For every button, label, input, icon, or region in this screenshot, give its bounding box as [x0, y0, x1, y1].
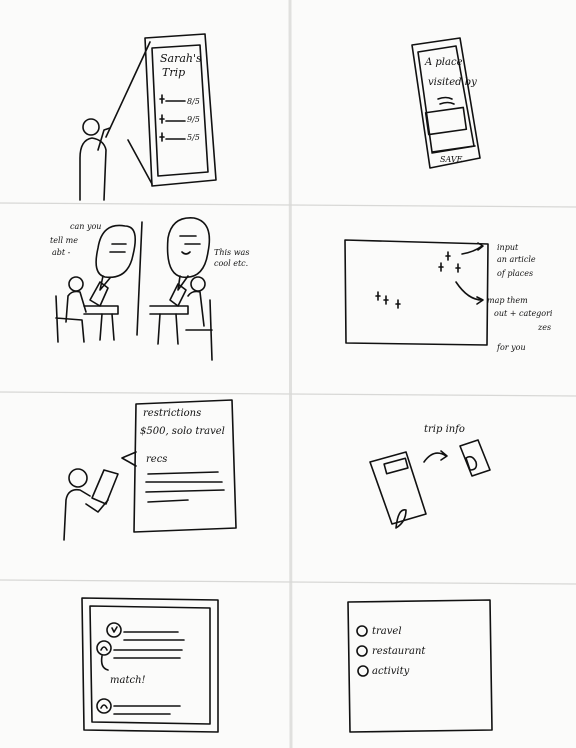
date-label: 8/5 — [187, 97, 200, 106]
phone-outline — [369, 451, 427, 525]
category-icon — [356, 645, 368, 657]
sketch-sheet: Sarah's Trip 8/5 9/5 5/5 A place visited… — [0, 0, 576, 748]
note-text: for you — [496, 343, 526, 352]
place-heading-2: visited by — [428, 77, 477, 88]
panel-7-sketch: match! — [81, 597, 219, 733]
avatar — [96, 640, 112, 656]
map-frame — [344, 239, 489, 346]
trip-title: Sarah's — [160, 52, 202, 65]
panel-3-sketch: can you tell me abt - This was cool etc. — [50, 217, 249, 361]
date-label: 9/5 — [187, 115, 200, 124]
laptop — [89, 281, 109, 307]
avatar — [96, 698, 112, 714]
card-pointer — [121, 451, 137, 467]
panel-5-sketch: restrictions $500, solo travel recs — [63, 399, 237, 541]
category-item: travel — [372, 626, 402, 637]
person-head — [68, 276, 84, 292]
card-text: recs — [146, 454, 167, 465]
fold-line — [0, 391, 576, 397]
person-head — [190, 276, 206, 292]
card-text: restrictions — [143, 408, 201, 419]
hand — [395, 509, 407, 529]
save-button-label: SAVE — [440, 155, 463, 164]
recs-card — [133, 399, 237, 533]
bubble-text: cool etc. — [214, 259, 248, 268]
trip-subtitle: Trip — [162, 66, 185, 79]
table — [83, 305, 119, 315]
scene-divider — [136, 221, 143, 336]
person-body — [63, 488, 91, 541]
card-outline — [459, 439, 491, 477]
bubble-text: abt - — [52, 248, 71, 257]
projection-line — [105, 41, 151, 138]
pin — [395, 299, 401, 309]
table — [149, 305, 189, 315]
person-body — [187, 290, 205, 327]
bubble-text: can you — [70, 222, 101, 231]
card-text: $500, solo travel — [140, 426, 225, 437]
image-box — [424, 106, 468, 136]
category-item: restaurant — [372, 646, 426, 657]
pin — [383, 295, 389, 305]
match-label: match! — [110, 675, 146, 686]
vertical-fold — [288, 0, 293, 748]
bubble-text: This was — [214, 248, 249, 257]
note-text: input — [497, 243, 519, 252]
arrow — [455, 281, 484, 305]
chair — [55, 295, 85, 343]
pin — [438, 262, 444, 272]
place-heading: A place — [424, 57, 463, 68]
note-text: out + categori — [494, 309, 553, 318]
screen-frame — [347, 599, 493, 733]
category-item: activity — [372, 666, 410, 677]
note-text: of places — [497, 269, 533, 278]
laptop — [91, 469, 119, 505]
category-icon — [356, 625, 368, 637]
pin — [455, 263, 461, 273]
panel-6-sketch: trip info — [369, 424, 491, 529]
note-text: map them — [487, 296, 528, 305]
phone-screen — [383, 457, 409, 475]
chair — [185, 299, 213, 361]
person-head — [68, 468, 88, 488]
fold-line — [0, 579, 576, 585]
category-icon — [357, 665, 369, 677]
person-body — [79, 137, 107, 201]
panel-2-sketch: A place visited by SAVE — [411, 37, 481, 169]
panel-4-sketch: input an article of places map them out … — [344, 239, 553, 352]
storyboard-sketches: Sarah's Trip 8/5 9/5 5/5 A place visited… — [0, 0, 576, 748]
avatar — [106, 622, 122, 638]
arrow — [423, 450, 448, 463]
projection-line — [127, 139, 153, 185]
trip-info-label: trip info — [424, 424, 465, 435]
bubble-text: tell me — [50, 236, 78, 245]
speech-bubble-right — [166, 217, 211, 279]
date-label: 5/5 — [187, 133, 200, 142]
pin — [375, 291, 381, 301]
panel-1-sketch: Sarah's Trip 8/5 9/5 5/5 — [79, 33, 217, 201]
note-text: an article — [497, 255, 536, 264]
fold-line — [0, 202, 576, 208]
panel-8-sketch: travel restaurant activity — [347, 599, 493, 733]
pin — [445, 251, 451, 261]
person-body — [65, 290, 87, 323]
note-text: zes — [537, 323, 551, 332]
arrow — [461, 242, 484, 255]
person-head — [82, 118, 100, 136]
